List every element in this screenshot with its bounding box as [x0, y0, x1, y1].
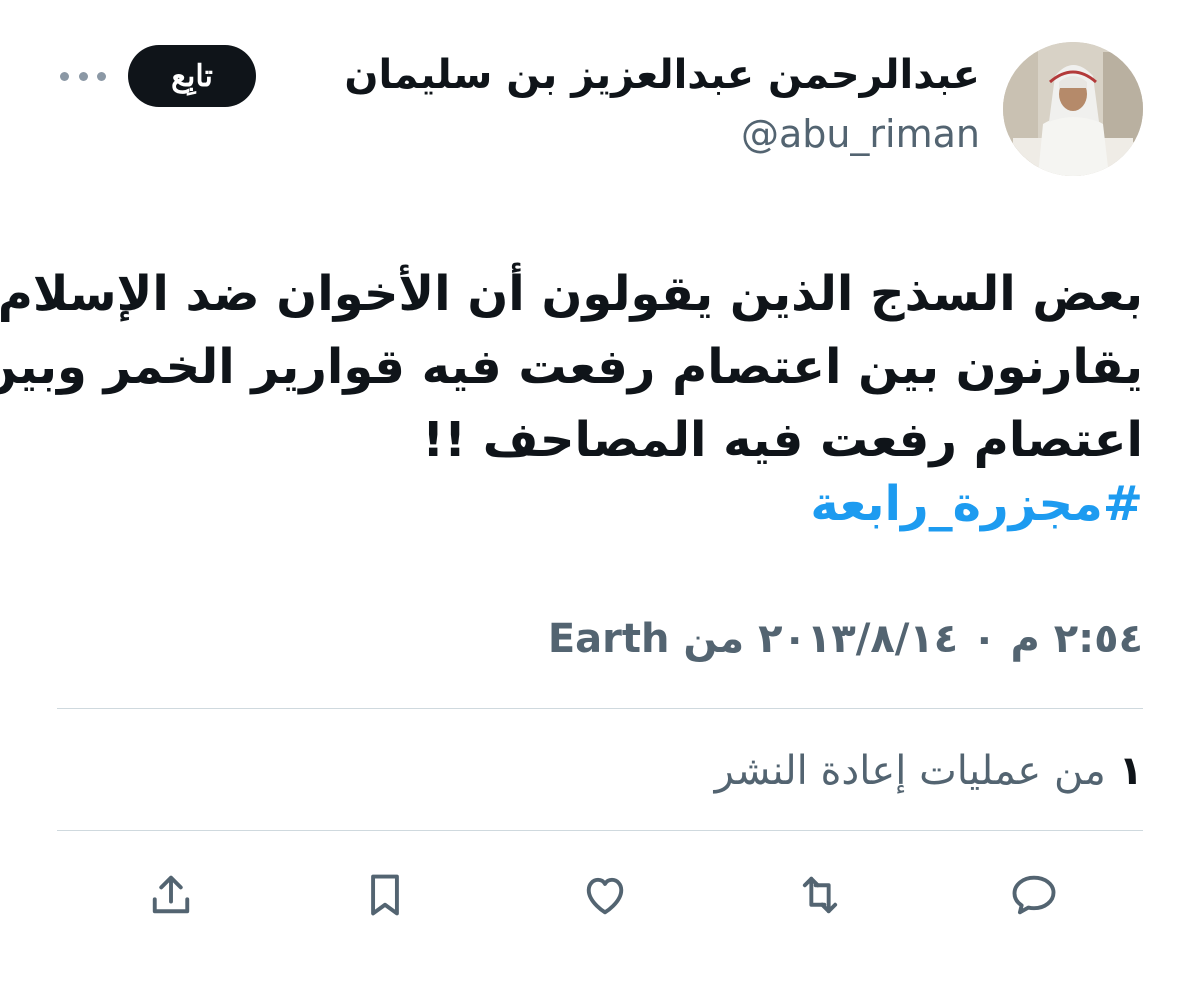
retweet-count[interactable]: ١ من عمليات إعادة النشر [715, 748, 1143, 794]
divider [57, 708, 1143, 709]
more-dot [60, 71, 69, 81]
tweet-line: اعتصام رفعت فيه المصاحف !! [422, 412, 1143, 468]
more-dot [97, 71, 106, 81]
author-handle[interactable]: @abu_riman [741, 112, 980, 156]
tweet-timestamp[interactable]: ٢:٥٤ م ۰ ٢٠١٣/٨/١٤ من Earth [548, 616, 1143, 662]
bookmark-icon [371, 874, 399, 916]
like-icon [586, 877, 624, 915]
reply-icon [1012, 875, 1056, 915]
share-button[interactable] [141, 865, 201, 925]
follow-button-label: تابِع [171, 59, 213, 93]
retweet-count-label: من عمليات إعادة النشر [714, 748, 1106, 794]
retweet-button[interactable] [790, 865, 850, 925]
divider [57, 830, 1143, 831]
like-button[interactable] [575, 865, 635, 925]
reply-button[interactable] [1004, 865, 1064, 925]
more-options-icon[interactable] [60, 58, 106, 94]
avatar[interactable] [1003, 42, 1143, 176]
tweet-text: بعض السذج الذين يقولون أن الأخوان ضد الإ… [0, 258, 1143, 477]
tweet-line: يقارنون بين اعتصام رفعت فيه قوارير الخمر… [0, 339, 1143, 395]
bookmark-button[interactable] [355, 865, 415, 925]
retweet-icon [802, 876, 838, 914]
retweet-count-number: ١ [1118, 748, 1143, 794]
tweet-line: بعض السذج الذين يقولون أن الأخوان ضد الإ… [0, 266, 1143, 322]
share-icon [152, 875, 190, 914]
more-dot [78, 71, 88, 81]
follow-button[interactable]: تابِع [128, 45, 256, 107]
author-display-name[interactable]: عبدالرحمن عبدالعزيز بن سليمان [344, 52, 980, 98]
avatar-photo [1003, 42, 1143, 176]
hashtag-link[interactable]: #مجزرة_رابعة [810, 474, 1143, 534]
